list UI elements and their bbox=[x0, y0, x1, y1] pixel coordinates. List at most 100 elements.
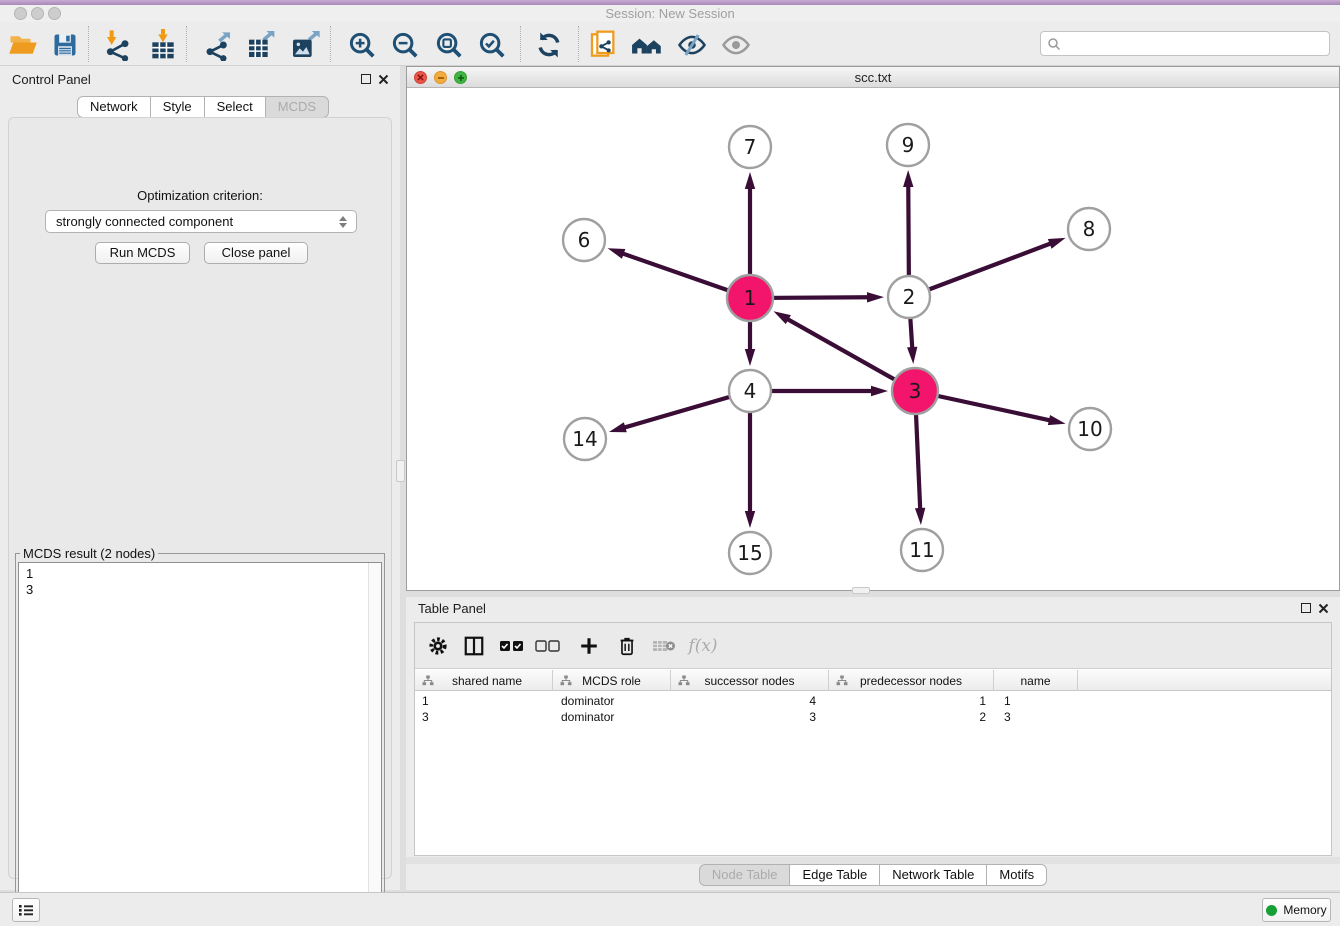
home-view-button[interactable] bbox=[630, 27, 666, 63]
float-panel-icon[interactable] bbox=[361, 74, 371, 84]
column-header-mcds-role[interactable]: MCDS role bbox=[553, 670, 671, 691]
column-header-predecessor-nodes[interactable]: predecessor nodes bbox=[829, 670, 994, 691]
export-table-icon bbox=[245, 29, 277, 61]
column-flow-icon bbox=[422, 675, 434, 686]
graph-node-label: 4 bbox=[744, 379, 757, 403]
column-header-successor-nodes[interactable]: successor nodes bbox=[671, 670, 829, 691]
graph-edge-arrowhead bbox=[1048, 238, 1066, 249]
save-session-button[interactable] bbox=[47, 27, 83, 63]
float-panel-icon[interactable] bbox=[1301, 603, 1311, 613]
eye-icon bbox=[720, 30, 752, 60]
tab-motifs[interactable]: Motifs bbox=[986, 864, 1047, 886]
column-header-shared-name[interactable]: shared name bbox=[415, 670, 553, 691]
export-network-button[interactable] bbox=[200, 27, 236, 63]
tab-edge-table[interactable]: Edge Table bbox=[789, 864, 880, 886]
select-all-button[interactable] bbox=[496, 630, 528, 662]
toolbar-separator bbox=[520, 26, 521, 62]
network-window-titlebar[interactable]: scc.txt bbox=[407, 67, 1339, 88]
import-table-button[interactable] bbox=[145, 27, 181, 63]
deselect-all-button[interactable] bbox=[532, 630, 564, 662]
memory-button[interactable]: Memory bbox=[1262, 898, 1331, 922]
graph-edge-arrowhead bbox=[608, 248, 626, 259]
import-network-icon bbox=[101, 29, 133, 61]
delete-table-button[interactable] bbox=[648, 630, 680, 662]
tab-network[interactable]: Network bbox=[77, 96, 151, 118]
optimization-criterion-label: Optimization criterion: bbox=[9, 188, 391, 203]
cell-name: 3 bbox=[994, 709, 1078, 725]
export-network-icon bbox=[202, 29, 234, 61]
graph-edge-arrowhead bbox=[745, 511, 755, 528]
close-panel-icon[interactable] bbox=[378, 74, 389, 85]
hide-graphics-button[interactable] bbox=[674, 27, 710, 63]
close-panel-icon[interactable] bbox=[1318, 603, 1329, 614]
zoom-out-button[interactable] bbox=[387, 27, 423, 63]
search-input[interactable] bbox=[1061, 34, 1329, 54]
table-row[interactable]: 3 dominator 3 2 3 bbox=[415, 709, 1331, 725]
network-window-title: scc.txt bbox=[407, 70, 1339, 85]
table-panel-divider bbox=[406, 857, 1340, 864]
network-file-button[interactable] bbox=[586, 27, 622, 63]
tab-node-table[interactable]: Node Table bbox=[699, 864, 791, 886]
checked-boxes-icon bbox=[499, 639, 525, 653]
mcds-result-textarea[interactable]: 1 3 bbox=[18, 562, 382, 918]
network-canvas[interactable]: 7968124314101511 bbox=[407, 89, 1339, 590]
zoom-fit-button[interactable] bbox=[431, 27, 467, 63]
graph-edge-arrowhead bbox=[774, 311, 791, 324]
graph-edge-arrowhead bbox=[915, 508, 925, 525]
show-columns-button[interactable] bbox=[458, 630, 490, 662]
result-scrollbar[interactable] bbox=[368, 563, 381, 917]
graph-node-label: 11 bbox=[909, 538, 934, 562]
save-icon bbox=[51, 31, 79, 59]
criterion-dropdown[interactable]: strongly connected component bbox=[45, 210, 357, 233]
mcds-tab-content: Optimization criterion: strongly connect… bbox=[8, 117, 392, 879]
open-folder-icon bbox=[8, 30, 38, 60]
vertical-splitter-handle[interactable] bbox=[396, 460, 405, 482]
graph-edge-arrowhead bbox=[745, 172, 755, 189]
table-header-row: shared name MCDS role successor nodes bbox=[415, 670, 1331, 691]
zoom-in-button[interactable] bbox=[344, 27, 380, 63]
control-panel: Control Panel Network Style Select MCDS … bbox=[0, 66, 400, 890]
node-table-container: f(x) shared name bbox=[414, 622, 1332, 856]
function-builder-button[interactable]: f(x) bbox=[687, 630, 719, 662]
column-header-name[interactable]: name bbox=[994, 670, 1078, 691]
toolbar-separator bbox=[88, 26, 89, 62]
tab-mcds[interactable]: MCDS bbox=[265, 96, 329, 118]
search-icon bbox=[1047, 37, 1061, 51]
export-image-button[interactable] bbox=[287, 27, 323, 63]
homes-icon bbox=[631, 30, 665, 60]
tab-style[interactable]: Style bbox=[150, 96, 205, 118]
trash-icon bbox=[617, 635, 637, 657]
zoom-in-icon bbox=[347, 30, 377, 60]
column-label: name bbox=[1020, 674, 1050, 688]
task-history-button[interactable] bbox=[12, 898, 40, 922]
export-table-button[interactable] bbox=[243, 27, 279, 63]
tab-network-table[interactable]: Network Table bbox=[879, 864, 987, 886]
show-graphics-button[interactable] bbox=[718, 27, 754, 63]
tab-select[interactable]: Select bbox=[204, 96, 266, 118]
search-field[interactable] bbox=[1040, 31, 1330, 56]
graph-node-label: 10 bbox=[1077, 417, 1102, 441]
main-toolbar bbox=[0, 22, 1340, 66]
graph-edge-arrowhead bbox=[1048, 415, 1066, 425]
graph-node-label: 7 bbox=[744, 135, 757, 159]
graph-node-label: 14 bbox=[572, 427, 597, 451]
graph-node-label: 9 bbox=[902, 133, 915, 157]
graph-edge[interactable] bbox=[909, 243, 1052, 297]
add-column-button[interactable] bbox=[573, 630, 605, 662]
toolbar-separator bbox=[186, 26, 187, 62]
close-panel-button[interactable]: Close panel bbox=[204, 242, 308, 264]
graph: 7968124314101511 bbox=[407, 89, 1339, 590]
table-settings-button[interactable] bbox=[422, 630, 454, 662]
column-flow-icon bbox=[678, 675, 690, 686]
table-row[interactable]: 1 dominator 4 1 1 bbox=[415, 693, 1331, 709]
plus-icon bbox=[578, 635, 600, 657]
criterion-value: strongly connected component bbox=[56, 214, 233, 229]
graph-node-label: 2 bbox=[903, 285, 916, 309]
open-session-button[interactable] bbox=[5, 27, 41, 63]
run-mcds-button[interactable]: Run MCDS bbox=[95, 242, 190, 264]
zoom-selected-button[interactable] bbox=[474, 27, 510, 63]
horizontal-splitter-handle[interactable] bbox=[852, 587, 870, 594]
delete-column-button[interactable] bbox=[611, 630, 643, 662]
import-network-button[interactable] bbox=[99, 27, 135, 63]
refresh-button[interactable] bbox=[531, 27, 567, 63]
